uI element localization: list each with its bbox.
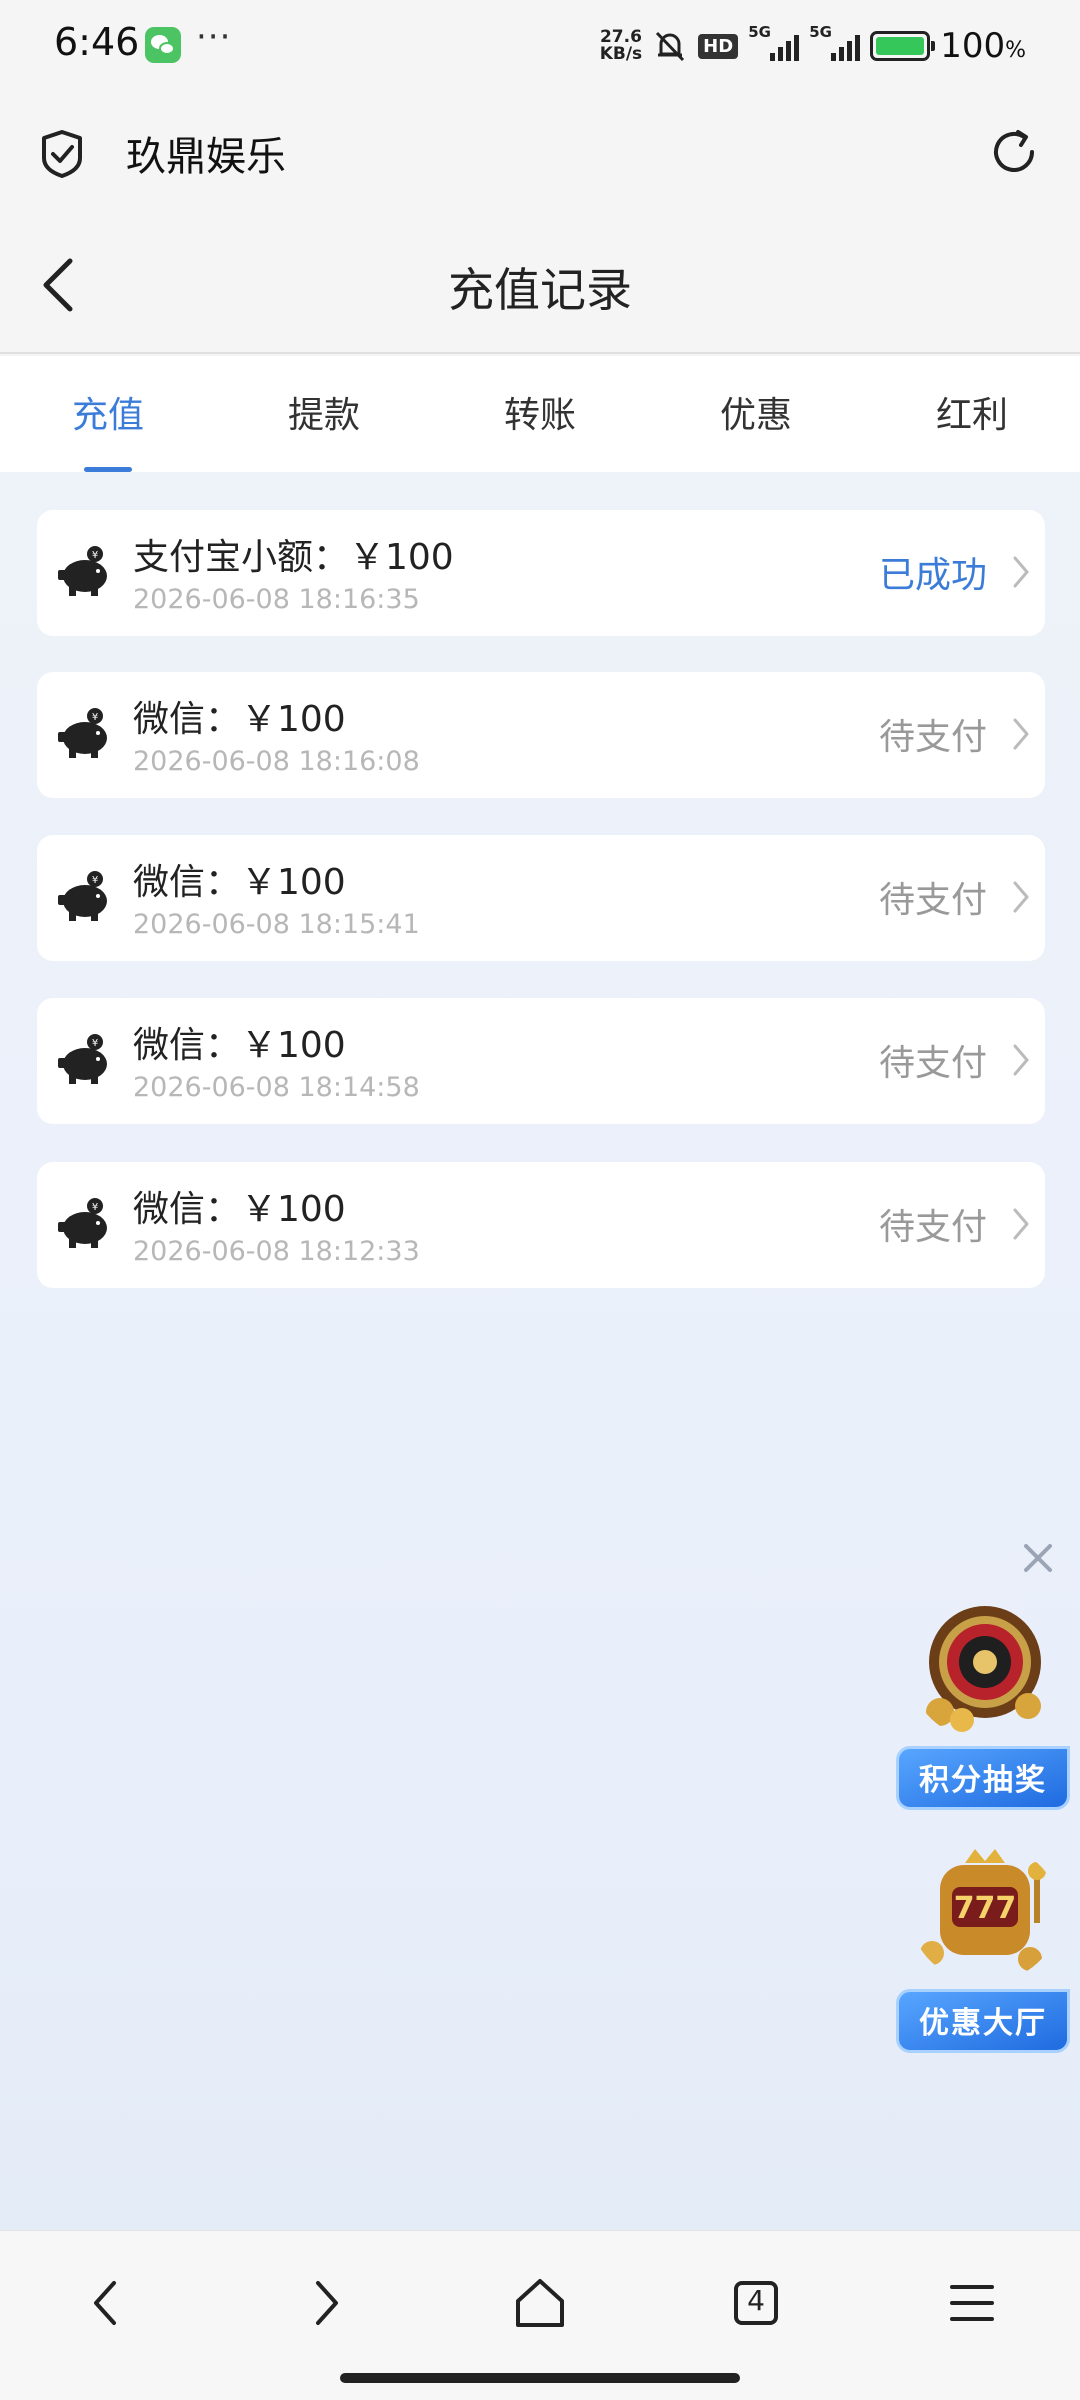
list-item[interactable]: ¥ 微信：￥100 2026-06-08 18:16:08 待支付 — [37, 672, 1045, 798]
tab-transfer[interactable]: 转账 — [432, 356, 648, 472]
svg-text:¥: ¥ — [92, 1038, 98, 1049]
piggy-bank-icon: ¥ — [58, 708, 107, 758]
svg-text:777: 777 — [954, 1891, 1017, 1926]
piggy-bank-icon: ¥ — [58, 1198, 107, 1248]
refresh-icon[interactable] — [988, 126, 1040, 178]
shield-check-icon — [42, 130, 82, 178]
record-title: 微信：￥100 — [133, 1189, 346, 1230]
record-title: 支付宝小额：￥100 — [133, 537, 454, 578]
list-item[interactable]: ¥ 支付宝小额：￥100 2026-06-08 18:16:35 已成功 — [37, 510, 1045, 636]
battery-icon — [870, 31, 936, 61]
piggy-bank-icon: ¥ — [58, 871, 107, 921]
record-time: 2026-06-08 18:15:41 — [133, 909, 420, 940]
record-status: 待支付 — [878, 1043, 987, 1084]
close-icon[interactable] — [1020, 1540, 1056, 1576]
tab-promotion[interactable]: 优惠 — [648, 356, 864, 472]
chevron-right-icon — [1013, 556, 1029, 588]
status-time: 6:46 — [54, 20, 140, 64]
tab-deposit[interactable]: 充值 — [0, 356, 216, 472]
signal-strength-icon: 5G — [748, 23, 800, 61]
tab-withdraw[interactable]: 提款 — [216, 356, 432, 472]
record-title: 微信：￥100 — [133, 1025, 346, 1066]
list-item[interactable]: ¥ 微信：￥100 2026-06-08 18:14:58 待支付 — [37, 998, 1045, 1124]
signal-strength-icon-2: 5G — [809, 23, 861, 61]
promotion-hall-button[interactable]: 777 优惠大厅 — [896, 1843, 1070, 2053]
app-title: 玖鼎娱乐 — [126, 134, 286, 180]
svg-text:¥: ¥ — [92, 875, 98, 886]
browser-tabs-button[interactable]: 4 — [726, 2273, 786, 2333]
svg-text:¥: ¥ — [92, 550, 98, 561]
mute-bell-icon — [656, 31, 685, 62]
promotion-hall-label: 优惠大厅 — [896, 1989, 1070, 2053]
tab-bonus[interactable]: 红利 — [864, 356, 1080, 472]
chevron-right-icon — [1013, 1044, 1029, 1076]
network-speed: 27.6 KB/s — [599, 27, 643, 64]
status-bar: 6:46 ··· 27.6 KB/s HD 5G 5G 100% — [0, 0, 1080, 92]
hd-voice-badge: HD — [698, 33, 739, 59]
record-status: 待支付 — [878, 1207, 987, 1248]
svg-text:¥: ¥ — [92, 1202, 98, 1213]
slot-machine-icon: 777 — [920, 1849, 1046, 1971]
home-indicator[interactable] — [340, 2373, 740, 2383]
browser-menu-icon[interactable] — [942, 2273, 1002, 2333]
piggy-bank-icon: ¥ — [58, 546, 107, 596]
record-time: 2026-06-08 18:16:35 — [133, 584, 420, 615]
browser-forward-icon[interactable] — [294, 2273, 354, 2333]
points-lottery-label: 积分抽奖 — [896, 1746, 1070, 1810]
chevron-right-icon — [1013, 881, 1029, 913]
more-notifications-icon: ··· — [196, 17, 232, 57]
browser-toolbar: 4 — [0, 2230, 1080, 2400]
svg-text:¥: ¥ — [92, 712, 98, 723]
record-status: 待支付 — [878, 717, 987, 758]
list-item[interactable]: ¥ 微信：￥100 2026-06-08 18:12:33 待支付 — [37, 1162, 1045, 1288]
page-title: 充值记录 — [448, 263, 632, 317]
app-header: 玖鼎娱乐 — [0, 92, 1080, 212]
record-time: 2026-06-08 18:14:58 — [133, 1072, 420, 1103]
record-title: 微信：￥100 — [133, 699, 346, 740]
tab-bar: 充值 提款 转账 优惠 红利 — [0, 356, 1080, 472]
points-lottery-button[interactable]: 积分抽奖 — [896, 1600, 1070, 1810]
record-status: 待支付 — [878, 880, 987, 921]
browser-back-icon[interactable] — [78, 2273, 138, 2333]
nav-bar: 充值记录 — [0, 212, 1080, 354]
piggy-bank-icon: ¥ — [58, 1034, 107, 1084]
roulette-wheel-icon — [926, 1606, 1041, 1732]
record-title: 微信：￥100 — [133, 862, 346, 903]
battery-percent: 100% — [940, 26, 1026, 66]
wechat-notification-icon — [145, 27, 181, 63]
browser-home-icon[interactable] — [510, 2273, 570, 2333]
list-item[interactable]: ¥ 微信：￥100 2026-06-08 18:15:41 待支付 — [37, 835, 1045, 961]
tab-count: 4 — [747, 2284, 765, 2317]
chevron-right-icon — [1013, 1208, 1029, 1240]
record-time: 2026-06-08 18:12:33 — [133, 1236, 420, 1267]
record-status: 已成功 — [878, 555, 987, 596]
record-time: 2026-06-08 18:16:08 — [133, 746, 420, 777]
chevron-right-icon — [1013, 718, 1029, 750]
